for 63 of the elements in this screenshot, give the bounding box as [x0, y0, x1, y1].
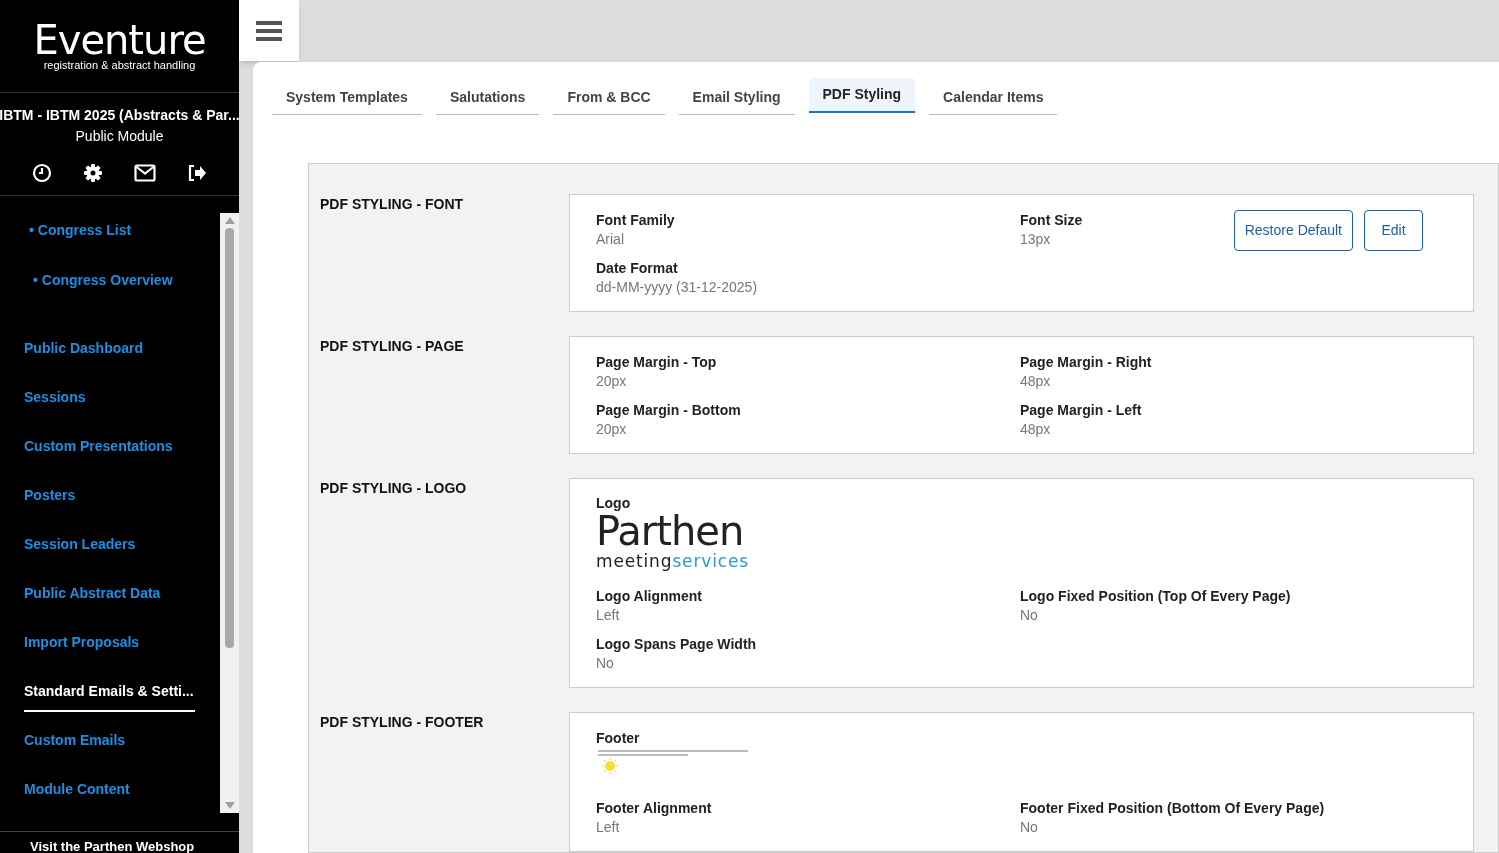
field-value: 20px: [596, 372, 628, 391]
tab[interactable]: Email Styling: [678, 80, 795, 115]
field-value: Arial: [596, 230, 625, 249]
field-value: Left: [596, 606, 621, 625]
clock-icon[interactable]: [32, 163, 52, 183]
nav-link[interactable]: Standard Emails & Setti...: [24, 681, 195, 712]
field-label: Page Margin - Top: [596, 353, 718, 372]
field-label: Font Family: [596, 211, 676, 230]
nav-link[interactable]: Sessions: [24, 387, 86, 408]
nav-link[interactable]: Public Dashboard: [24, 338, 144, 359]
tab[interactable]: Calendar Items: [929, 80, 1058, 115]
tab[interactable]: PDF Styling: [808, 78, 916, 113]
field-value: No: [596, 654, 615, 673]
field-value: 20px: [596, 420, 628, 439]
field-value: No: [1020, 606, 1039, 625]
brand-logo: Eventure: [33, 21, 206, 59]
tab[interactable]: From & BCC: [553, 80, 665, 115]
field-value: No: [1020, 818, 1039, 837]
nav-link[interactable]: Custom Presentations: [24, 436, 173, 457]
webshop-link[interactable]: Visit the Parthen Webshop: [30, 839, 195, 853]
field-label: Footer: [596, 729, 641, 747]
menu-button[interactable]: [239, 0, 299, 61]
settings-icon[interactable]: [83, 163, 103, 183]
field-label: Logo Alignment: [596, 587, 704, 606]
nav-link[interactable]: Custom Emails: [24, 730, 126, 751]
logo-tagline: meetingservices: [596, 551, 750, 571]
event-title: IBTM - IBTM 2025 (Abstracts & Par...: [0, 106, 240, 125]
nav-link[interactable]: Public Abstract Data: [24, 583, 161, 604]
field-label: Logo Spans Page Width: [596, 635, 758, 654]
nav-link[interactable]: • Congress Overview: [33, 270, 173, 291]
field-value: 48px: [1020, 420, 1052, 439]
field-value: 13px: [1020, 230, 1052, 249]
nav-link[interactable]: • Congress List: [29, 220, 132, 241]
module-name: Public Module: [75, 127, 164, 146]
logout-icon[interactable]: [187, 164, 207, 182]
brand-tagline: registration & abstract handling: [43, 59, 196, 71]
field-label: Footer Fixed Position (Bottom Of Every Page): [1020, 799, 1326, 818]
tab[interactable]: System Templates: [272, 80, 422, 115]
edit-button[interactable]: Edit: [1364, 210, 1423, 251]
field-label: Footer Alignment: [596, 799, 713, 818]
section-title: PDF STYLING - FOOTER: [320, 713, 485, 732]
mail-icon[interactable]: [134, 164, 156, 182]
section-title: PDF STYLING - LOGO: [320, 479, 468, 498]
field-label: Font Size: [1020, 211, 1084, 230]
field-label: Logo Fixed Position (Top Of Every Page): [1020, 587, 1292, 606]
section-title: PDF STYLING - PAGE: [320, 337, 465, 356]
nav-link[interactable]: Import Proposals: [24, 632, 140, 653]
field-value: Left: [596, 818, 621, 837]
field-label: Page Margin - Right: [1020, 353, 1153, 372]
field-value: dd-MM-yyyy (31-12-2025): [596, 278, 759, 297]
logo-wordmark: Parthen: [596, 511, 744, 551]
section-title: PDF STYLING - FONT: [320, 195, 465, 214]
tab[interactable]: Salutations: [435, 80, 540, 115]
field-label: Page Margin - Left: [1020, 401, 1143, 420]
restore-default-button[interactable]: Restore Default: [1233, 210, 1353, 251]
nav-link[interactable]: Posters: [24, 485, 76, 506]
field-label: Logo: [596, 495, 632, 511]
field-label: Page Margin - Bottom: [596, 401, 742, 420]
nav-link[interactable]: Module Content: [24, 779, 130, 800]
field-value: 48px: [1020, 372, 1052, 391]
field-label: Date Format: [596, 259, 679, 278]
nav-link[interactable]: Session Leaders: [24, 534, 136, 555]
menu-icon: [256, 20, 282, 41]
